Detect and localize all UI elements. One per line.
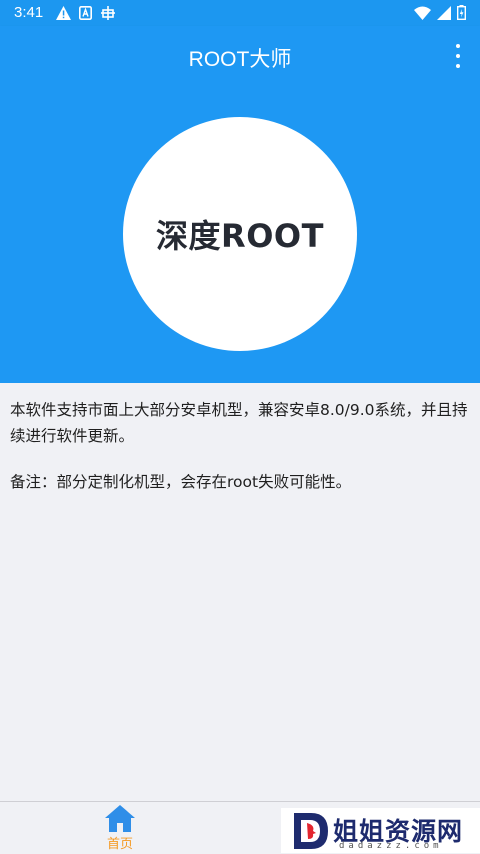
warning-icon	[56, 6, 71, 20]
status-system-icons	[414, 5, 466, 20]
signal-icon	[437, 5, 451, 20]
watermark-logo: 姐姐资源网 dadazzz.com	[281, 808, 480, 853]
deep-root-button[interactable]: 深度ROOT	[123, 117, 357, 351]
wifi-icon	[414, 6, 431, 20]
note-text: 备注：部分定制化机型，会存在root失败可能性。	[10, 473, 352, 491]
bug-icon	[101, 6, 115, 20]
more-vert-icon[interactable]	[450, 44, 466, 68]
status-time: 3:41	[14, 4, 44, 21]
battery-icon	[457, 5, 466, 20]
nav-home-tab[interactable]: 首页	[92, 804, 148, 852]
status-bar: 3:41	[0, 0, 480, 26]
app-bar: ROOT大师	[0, 26, 480, 86]
watermark-subtext: dadazzz.com	[339, 841, 443, 851]
hero-banner: 深度ROOT	[0, 86, 480, 383]
app-title: ROOT大师	[188, 48, 292, 71]
watermark-face-icon	[294, 813, 328, 849]
nav-home-label: 首页	[106, 837, 133, 852]
description-text: 本软件支持市面上大部分安卓机型，兼容安卓8.0/9.0系统，并且持续进行软件更新…	[10, 401, 468, 445]
deep-root-label: 深度ROOT	[156, 217, 324, 255]
home-icon	[105, 805, 135, 832]
a-box-icon	[79, 6, 92, 20]
status-notification-icons	[56, 5, 116, 21]
